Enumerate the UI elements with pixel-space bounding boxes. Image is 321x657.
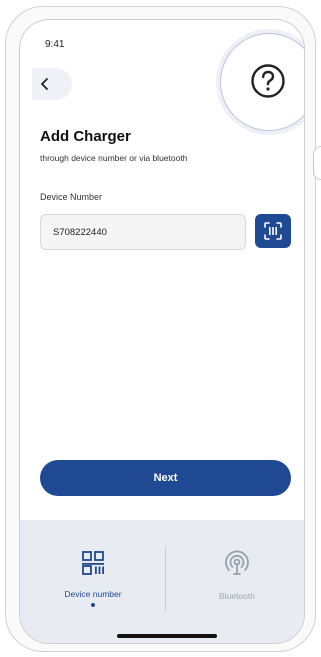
chevron-left-icon (41, 78, 48, 90)
scan-button[interactable] (255, 214, 291, 248)
active-tab-indicator (91, 603, 95, 607)
qr-code-icon (82, 551, 104, 575)
tab-divider (165, 546, 166, 612)
bottom-tab-bar: Device number Bluetooth (20, 520, 304, 643)
status-time: 9:41 (45, 39, 65, 50)
home-indicator (117, 634, 217, 638)
question-circle-icon[interactable] (250, 63, 286, 99)
back-button[interactable] (32, 68, 72, 100)
barcode-scan-icon (264, 222, 282, 240)
wireless-signal-icon (225, 550, 249, 575)
next-button[interactable]: Next (40, 460, 291, 496)
device-number-input[interactable] (40, 214, 246, 250)
page-subtitle: through device number or via bluetooth (40, 153, 188, 163)
tab-device-number-label: Device number (64, 589, 122, 599)
phone-screen: 9:41 Add Charger through device number o… (19, 19, 305, 644)
tab-bluetooth-label: Bluetooth (219, 591, 255, 601)
device-number-label: Device Number (40, 192, 103, 202)
tab-device-number[interactable]: Device number (38, 550, 148, 599)
phone-side-button (313, 146, 321, 180)
tab-bluetooth[interactable]: Bluetooth (182, 550, 292, 601)
page-title: Add Charger (40, 128, 131, 145)
